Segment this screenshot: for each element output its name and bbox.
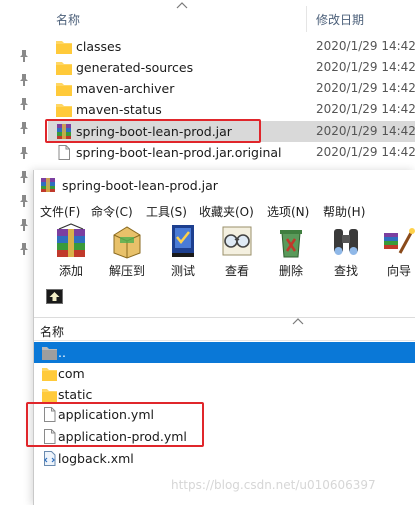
pin-icon[interactable] (19, 74, 29, 86)
extract-to-button[interactable]: 解压到 (102, 223, 152, 281)
list-row-application-yml[interactable]: application.yml (34, 404, 415, 425)
pin-icon[interactable] (19, 195, 29, 207)
column-divider[interactable] (306, 6, 307, 32)
file-name: maven-archiver (76, 81, 175, 96)
delete-recycle-icon (280, 230, 302, 258)
sort-ascending-icon (292, 318, 304, 325)
pin-icon[interactable] (19, 171, 29, 183)
pin-icon[interactable] (19, 147, 29, 159)
view-glasses-icon (222, 226, 252, 256)
column-name[interactable]: 名称 (40, 323, 64, 340)
wizard-button[interactable]: 向导 (374, 223, 415, 281)
explorer-row-generated-sources[interactable]: generated-sources 2020/1/29 14:42 (48, 57, 415, 78)
wizard-icon (384, 228, 415, 254)
folder-icon (42, 389, 57, 402)
file-icon (58, 145, 70, 160)
up-arrow-icon (47, 290, 62, 303)
tool-label: 向导 (386, 264, 411, 278)
add-archive-icon (57, 223, 85, 257)
file-name: maven-status (76, 102, 162, 117)
file-name: com (58, 366, 85, 381)
menu-favorites[interactable]: 收藏夹(O) (199, 203, 254, 220)
test-icon (172, 225, 194, 257)
file-icon (44, 429, 56, 444)
file-date: 2020/1/29 14:42 (316, 81, 415, 95)
file-date: 2020/1/29 14:42 (316, 102, 415, 116)
file-date: 2020/1/29 14:42 (316, 124, 415, 138)
explorer-row-classes[interactable]: classes 2020/1/29 14:42 (48, 36, 415, 57)
view-button[interactable]: 查看 (212, 223, 262, 281)
add-button[interactable]: 添加 (46, 223, 96, 281)
test-button[interactable]: 测试 (158, 223, 208, 281)
file-explorer-window: 名称 修改日期 classes 2020/1/29 14:42 generate… (0, 0, 415, 255)
file-icon (44, 407, 56, 422)
file-date: 2020/1/29 14:42 (316, 39, 415, 53)
toolbar: 添加 解压到 测试 查看 删除 查找 向导 (34, 221, 415, 281)
column-name[interactable]: 名称 (56, 11, 80, 28)
menu-command[interactable]: 命令(C) (91, 203, 133, 220)
tool-label: 测试 (170, 264, 195, 278)
pin-icon[interactable] (19, 98, 29, 110)
menu-tools[interactable]: 工具(S) (146, 203, 187, 220)
file-list-header: 名称 (34, 317, 415, 341)
explorer-row-maven-archiver[interactable]: maven-archiver 2020/1/29 14:42 (48, 78, 415, 99)
find-binoculars-icon (334, 229, 358, 255)
list-row-parent[interactable]: .. (34, 342, 415, 363)
tool-label: 查找 (333, 264, 358, 278)
pin-icon[interactable] (19, 243, 29, 255)
column-modified-date[interactable]: 修改日期 (316, 11, 364, 28)
file-name: classes (76, 39, 122, 54)
menu-bar: 文件(F) 命令(C) 工具(S) 收藏夹(O) 选项(N) 帮助(H) (34, 201, 415, 221)
folder-icon (56, 62, 72, 75)
pin-icon[interactable] (19, 122, 29, 134)
menu-options[interactable]: 选项(N) (267, 203, 309, 220)
list-row-logback-xml[interactable]: logback.xml (34, 448, 415, 469)
winrar-archive-icon (57, 124, 71, 139)
file-name: .. (58, 345, 66, 360)
file-date: 2020/1/29 14:42 (316, 60, 415, 74)
parent-folder-icon (42, 347, 57, 360)
file-name: application-prod.yml (58, 429, 187, 444)
folder-icon (56, 41, 72, 54)
explorer-column-header: 名称 修改日期 (48, 0, 415, 34)
window-title: spring-boot-lean-prod.jar (62, 178, 218, 193)
delete-button[interactable]: 删除 (266, 223, 316, 281)
list-row-static[interactable]: static (34, 384, 415, 405)
file-name: logback.xml (58, 451, 134, 466)
explorer-row-maven-status[interactable]: maven-status 2020/1/29 14:42 (48, 99, 415, 120)
tool-label: 删除 (278, 264, 303, 278)
tool-label: 添加 (58, 264, 83, 278)
folder-icon (56, 104, 72, 117)
folder-icon (42, 368, 57, 381)
file-date: 2020/1/29 14:42 (316, 145, 415, 159)
winrar-window: spring-boot-lean-prod.jar 文件(F) 命令(C) 工具… (33, 170, 415, 505)
file-name: spring-boot-lean-prod.jar (76, 124, 232, 139)
find-button[interactable]: 查找 (321, 223, 371, 281)
file-name: application.yml (58, 407, 154, 422)
winrar-app-icon (41, 178, 55, 192)
file-name: static (58, 387, 93, 402)
file-name: generated-sources (76, 60, 194, 75)
pin-icon[interactable] (19, 50, 29, 62)
tool-label: 解压到 (108, 264, 145, 278)
explorer-row-jar[interactable]: spring-boot-lean-prod.jar 2020/1/29 14:4… (48, 121, 415, 142)
sort-ascending-icon (176, 2, 188, 9)
list-row-application-prod-yml[interactable]: application-prod.yml (34, 426, 415, 447)
xml-file-icon (44, 451, 56, 466)
file-name: spring-boot-lean-prod.jar.original (76, 145, 282, 160)
menu-file[interactable]: 文件(F) (40, 203, 80, 220)
winrar-title-bar[interactable]: spring-boot-lean-prod.jar (34, 170, 415, 200)
watermark-text: https://blog.csdn.net/u010606397 (171, 478, 376, 492)
tool-label: 查看 (224, 264, 249, 278)
up-one-level-button[interactable] (46, 289, 63, 304)
pin-icon[interactable] (19, 219, 29, 231)
menu-help[interactable]: 帮助(H) (323, 203, 365, 220)
folder-icon (56, 83, 72, 96)
list-row-com[interactable]: com (34, 363, 415, 384)
explorer-row-jar-original[interactable]: spring-boot-lean-prod.jar.original 2020/… (48, 142, 415, 163)
extract-to-icon (113, 226, 141, 259)
